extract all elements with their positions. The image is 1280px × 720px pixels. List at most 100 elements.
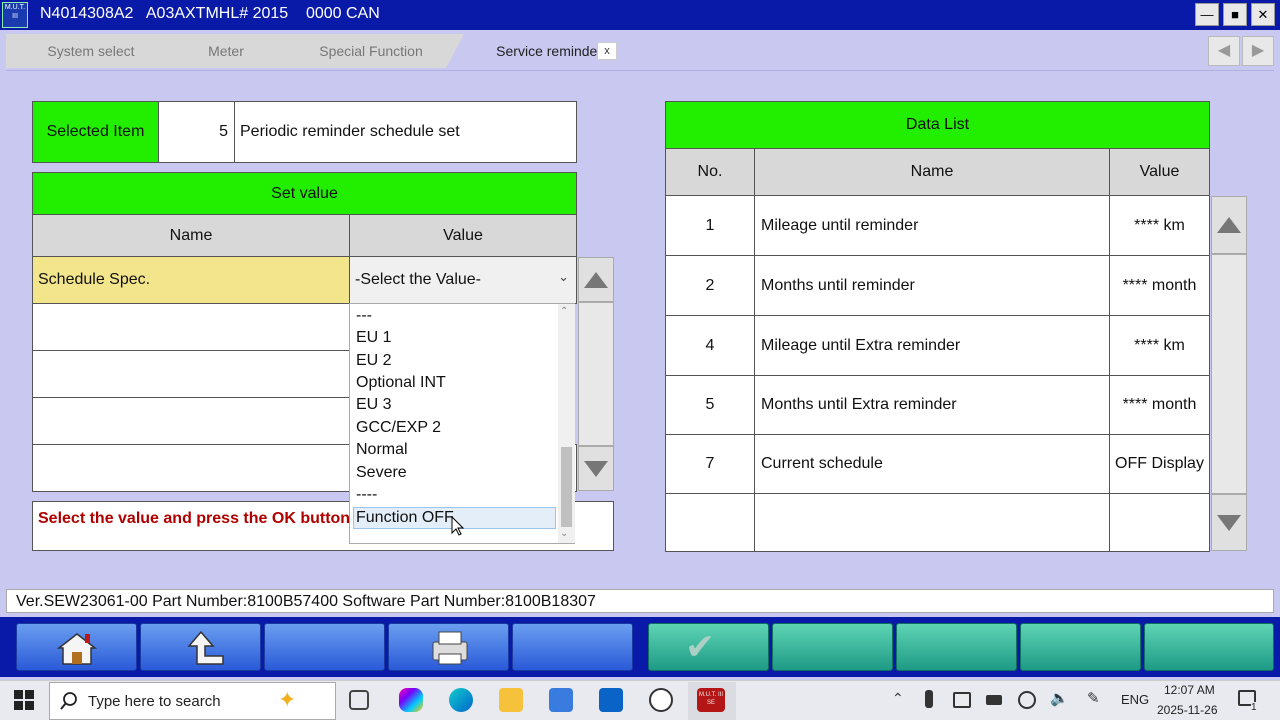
toolbar-button-blank[interactable] (772, 623, 893, 671)
clock-date[interactable]: 2025-11-26 (1157, 703, 1218, 717)
bottom-toolbar: ✔ (0, 617, 1280, 677)
dl-value-header-text: Value (1139, 163, 1180, 180)
speaker-icon[interactable]: 🔈 (1050, 689, 1069, 707)
option-item[interactable]: Normal (356, 441, 408, 459)
row-name-text: Current schedule (761, 455, 883, 472)
data-list-scroll-up-button[interactable] (1211, 196, 1247, 254)
selected-item-number: 5 (158, 101, 235, 163)
up-arrow-icon (584, 271, 608, 288)
back-button[interactable] (140, 623, 261, 671)
chevron-up-icon[interactable]: ⌃ (560, 306, 568, 317)
usb-icon[interactable] (925, 690, 933, 708)
tab-special-function[interactable]: Special Function (276, 34, 466, 68)
table-row-name: Months until Extra reminder (754, 375, 1110, 435)
scroll-up-button[interactable] (578, 257, 614, 302)
toolbar-button-blank[interactable] (1020, 623, 1141, 671)
pen-icon[interactable]: ✎ (1087, 689, 1100, 707)
outlook-icon[interactable] (599, 688, 623, 712)
option-item[interactable]: GCC/EXP 2 (356, 419, 441, 437)
printer-icon (432, 631, 468, 665)
table-row-no: 5 (665, 375, 755, 435)
table-row-name: Mileage until reminder (754, 195, 1110, 256)
option-item[interactable]: --- (356, 307, 372, 325)
row-name-text: Mileage until reminder (761, 216, 919, 234)
clock-time[interactable]: 12:07 AM (1164, 683, 1215, 697)
sparkle-icon: ✦ (278, 687, 297, 712)
ok-button[interactable]: ✔ (648, 623, 769, 671)
toolbar-button-blank[interactable] (512, 623, 633, 671)
selected-item-name-text: Periodic reminder schedule set (240, 123, 460, 140)
option-item[interactable]: Severe (356, 464, 407, 482)
row-value-text: **** km (1134, 216, 1185, 234)
tab-system-select[interactable]: System select (6, 34, 176, 68)
copilot-icon[interactable] (399, 688, 423, 712)
search-icon (60, 692, 77, 710)
toolbar-button-blank[interactable] (896, 623, 1017, 671)
name-header-text: Name (169, 226, 213, 244)
tab-close-button[interactable]: x (597, 42, 617, 60)
device-icon[interactable] (953, 692, 971, 708)
battery-icon[interactable] (986, 695, 1002, 705)
table-row-no: 2 (665, 255, 755, 316)
option-function-off[interactable]: Function OFF (356, 509, 454, 527)
taskbar-search-box[interactable]: Type here to search ✦ (49, 682, 336, 720)
table-row-no: 4 (665, 315, 755, 376)
empty-row (1109, 493, 1210, 552)
scroll-down-button[interactable] (578, 446, 614, 491)
option-item[interactable]: ---- (356, 486, 377, 504)
selected-item-number-text: 5 (219, 123, 228, 140)
tab-prev-arrow-icon[interactable]: ◀ (1208, 36, 1240, 66)
active-app-highlight (688, 682, 736, 720)
up-arrow-icon (1217, 217, 1241, 233)
checkmark-icon: ✔ (685, 626, 716, 667)
set-value-header: Set value (32, 172, 577, 215)
row-value-text: **** km (1134, 336, 1185, 354)
value-select-text: -Select the Value- (355, 271, 481, 288)
language-indicator[interactable]: ENG (1121, 692, 1149, 707)
table-row-value: **** month (1109, 255, 1210, 316)
store-icon[interactable] (549, 688, 573, 712)
data-list-header: Data List (665, 101, 1210, 149)
dropdown-scroll-thumb[interactable] (561, 447, 572, 527)
set-value-name-header: Name (32, 214, 350, 257)
down-arrow-icon (584, 460, 608, 477)
minimize-button[interactable]: — (1195, 3, 1219, 26)
tab-meter[interactable]: Meter (156, 34, 296, 68)
toolbar-button-blank[interactable] (264, 623, 385, 671)
edge-icon[interactable] (449, 688, 473, 712)
schedule-spec-cell[interactable]: Schedule Spec. (32, 256, 350, 304)
value-header-text: Value (443, 226, 483, 244)
maximize-button[interactable]: ■ (1223, 3, 1247, 26)
data-list-scroll-track[interactable] (1211, 254, 1247, 494)
search-placeholder: Type here to search (88, 693, 221, 710)
windows-start-icon[interactable] (14, 690, 34, 710)
data-list-value-header: Value (1109, 148, 1210, 196)
file-explorer-icon[interactable] (499, 688, 523, 712)
data-list-name-header: Name (754, 148, 1110, 196)
instruction-text: Select the value and press the OK button (38, 510, 351, 527)
close-window-button[interactable]: ✕ (1251, 3, 1275, 26)
value-select[interactable]: -Select the Value- ⌄ (349, 256, 577, 304)
row-value-text: **** month (1122, 276, 1197, 294)
option-item[interactable]: EU 1 (356, 329, 392, 347)
home-button[interactable] (16, 623, 137, 671)
toolbar-button-blank[interactable] (1144, 623, 1274, 671)
option-item[interactable]: EU 3 (356, 396, 392, 414)
data-list-title: Data List (905, 116, 970, 133)
no-header-text: No. (697, 163, 723, 180)
tab-next-arrow-icon[interactable]: ▶ (1242, 36, 1274, 66)
task-view-icon[interactable] (349, 690, 369, 710)
value-dropdown-list[interactable]: ⌃ ⌄ --- EU 1 EU 2 Optional INT EU 3 GCC/… (349, 303, 575, 544)
speedometer-icon[interactable] (649, 688, 673, 712)
print-button[interactable] (388, 623, 509, 671)
option-item[interactable]: EU 2 (356, 352, 392, 370)
table-row-name: Mileage until Extra reminder (754, 315, 1110, 376)
option-item[interactable]: Optional INT (356, 374, 446, 392)
row-no-text: 7 (705, 455, 715, 472)
dl-name-header-text: Name (910, 163, 954, 180)
scroll-track[interactable] (578, 302, 614, 446)
chevron-down-icon[interactable]: ⌄ (560, 528, 568, 539)
chevron-up-icon[interactable]: ⌃ (892, 690, 904, 707)
globe-network-icon[interactable] (1018, 691, 1036, 709)
data-list-scroll-down-button[interactable] (1211, 494, 1247, 551)
